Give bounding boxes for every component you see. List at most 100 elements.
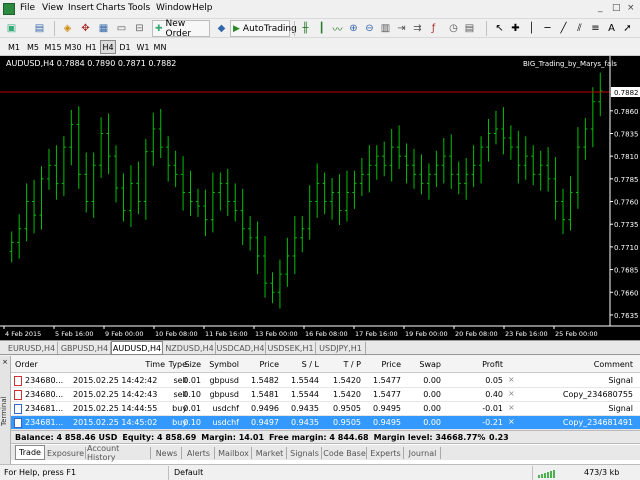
col-swap[interactable]: Swap [413,360,441,369]
tab-code-base[interactable]: Code Base [323,447,367,459]
close-order-icon[interactable]: × [508,389,515,398]
data-window-icon[interactable]: ▦ [96,21,111,36]
close-order-icon[interactable]: × [508,417,515,426]
trade-row[interactable]: 234680... 2015.02.25 14:42:42 sell 0.01 … [11,374,640,388]
chart-tab-usdjpy[interactable]: USDJPY,H1 [316,342,366,354]
close-button[interactable]: × [627,3,635,13]
indicators-icon[interactable]: ƒ [426,21,441,36]
timeframe-m30[interactable]: M30 [64,40,82,54]
metaeditor-icon[interactable]: ◆ [214,21,229,36]
chart-shift-icon[interactable]: ⇥ [394,21,409,36]
arrows-tool-icon[interactable]: ➚ [620,21,635,36]
restore-button[interactable]: □ [612,3,621,13]
crosshair-icon[interactable]: ✚ [508,21,523,36]
tab-mailbox[interactable]: Mailbox [216,447,252,459]
col-symbol[interactable]: Symbol [203,360,239,369]
timeframe-m5[interactable]: M5 [25,40,41,54]
tab-market[interactable]: Market [253,447,287,459]
tab-signals[interactable]: Signals [288,447,322,459]
channel-icon[interactable]: ⫽ [572,21,587,36]
tab-alerts[interactable]: Alerts [183,447,215,459]
tab-journal[interactable]: Journal [405,447,441,459]
line-chart-icon[interactable]: 〰 [330,21,345,36]
timeframe-m1[interactable]: M1 [6,40,22,54]
col-order[interactable]: Order [15,360,38,369]
col-sl[interactable]: S / L [287,360,319,369]
order-tp: 0.9505 [333,418,361,427]
autotrading-button[interactable]: ▶ AutoTrading [230,20,297,37]
col-current-price[interactable]: Price [373,360,401,369]
trade-row[interactable]: 234681... 2015.02.25 14:44:55 buy 0.01 u… [11,402,640,416]
price-axis-label: 0.7685 [614,267,639,275]
profiles-icon[interactable]: ▤ [32,21,47,36]
cursor-icon[interactable]: ↖ [492,21,507,36]
status-divider [168,466,169,480]
timeframe-m15[interactable]: M15 [44,40,62,54]
new-order-button[interactable]: ✚ New Order [152,19,210,39]
col-tp[interactable]: T / P [329,360,362,369]
menu-view[interactable]: View [42,3,63,13]
chart-tab-audusd[interactable]: AUDUSD,H4 [111,341,163,355]
status-profile[interactable]: Default [174,468,203,477]
auto-scroll-icon[interactable]: ⇉ [410,21,425,36]
bar-chart-icon[interactable]: ╫ [298,21,313,36]
market-watch-icon[interactable]: ◈ [60,21,75,36]
time-axis-label: 13 Feb 00:00 [255,330,298,338]
chart-tab-eurusd[interactable]: EURUSD,H4 [6,342,58,354]
terminal-panel: × Terminal Order Time Type Size Symbol P… [0,356,640,464]
tile-windows-icon[interactable]: ▥ [378,21,393,36]
candlestick-icon[interactable]: ┃ [314,21,329,36]
col-size[interactable]: Size [181,360,201,369]
menu-insert[interactable]: Insert [68,3,94,13]
trendline-icon[interactable]: ╱ [556,21,571,36]
order-size: 0.01 [183,376,201,385]
chart-tab-usdcad[interactable]: USDCAD,H4 [216,342,266,354]
menu-file[interactable]: File [20,3,35,13]
close-order-icon[interactable]: × [508,375,515,384]
fibonacci-icon[interactable]: ≡ [588,21,603,36]
navigator-icon[interactable]: ✥ [78,21,93,36]
timeframe-w1[interactable]: W1 [136,40,150,54]
time-axis-label: 25 Feb 00:00 [555,330,598,338]
status-help: For Help, press F1 [4,468,77,477]
order-price: 0.9497 [251,418,279,427]
col-profit[interactable]: Profit [471,360,503,369]
tab-account-history[interactable]: Account History [87,444,151,462]
timeframe-h1[interactable]: H1 [84,40,98,54]
new-chart-icon[interactable]: ▣ [4,21,19,36]
periods-icon[interactable]: ◷ [446,21,461,36]
minimize-button[interactable]: _ [598,3,603,13]
timeframe-d1[interactable]: D1 [118,40,132,54]
chart-tab-nzdusd[interactable]: NZDUSD,H4 [164,342,216,354]
tab-news[interactable]: News [152,447,182,459]
col-comment[interactable]: Comment [581,360,633,369]
price-chart[interactable]: AUDUSD,H4 0.7884 0.7890 0.7871 0.7882 BI… [0,56,640,340]
horizontal-line-icon[interactable]: ─ [540,21,555,36]
order-sl: 1.5544 [291,376,319,385]
menu-window[interactable]: Window [156,3,192,13]
text-tool-icon[interactable]: A [604,21,619,36]
app-icon [3,3,15,15]
timeframe-h4[interactable]: H4 [100,40,116,54]
strategy-tester-icon[interactable]: ⊟ [132,21,147,36]
order-id: 234681... [25,418,64,427]
menu-tools[interactable]: Tools [128,3,150,13]
tab-trade[interactable]: Trade [15,445,45,460]
col-price[interactable]: Price [249,360,279,369]
terminal-icon[interactable]: ▭ [114,21,129,36]
tab-experts[interactable]: Experts [368,447,404,459]
zoom-in-icon[interactable]: ⊕ [346,21,361,36]
templates-icon[interactable]: ▤ [462,21,477,36]
terminal-close-icon[interactable]: × [1,358,9,366]
menu-charts[interactable]: Charts [96,3,125,13]
trade-row[interactable]: 234680... 2015.02.25 14:42:43 sell 0.10 … [11,388,640,402]
chart-tab-gbpusd[interactable]: GBPUSD,H4 [59,342,111,354]
zoom-out-icon[interactable]: ⊖ [362,21,377,36]
timeframe-mn[interactable]: MN [152,40,168,54]
menu-help[interactable]: Help [192,3,213,13]
trade-row-selected[interactable]: 234681... 2015.02.25 14:45:02 buy 0.10 u… [11,416,640,430]
close-order-icon[interactable]: × [508,403,515,412]
vertical-line-icon[interactable]: │ [524,21,539,36]
chart-tab-usdsek[interactable]: USDSEK,H1 [266,342,316,354]
tab-exposure[interactable]: Exposure [46,447,86,459]
